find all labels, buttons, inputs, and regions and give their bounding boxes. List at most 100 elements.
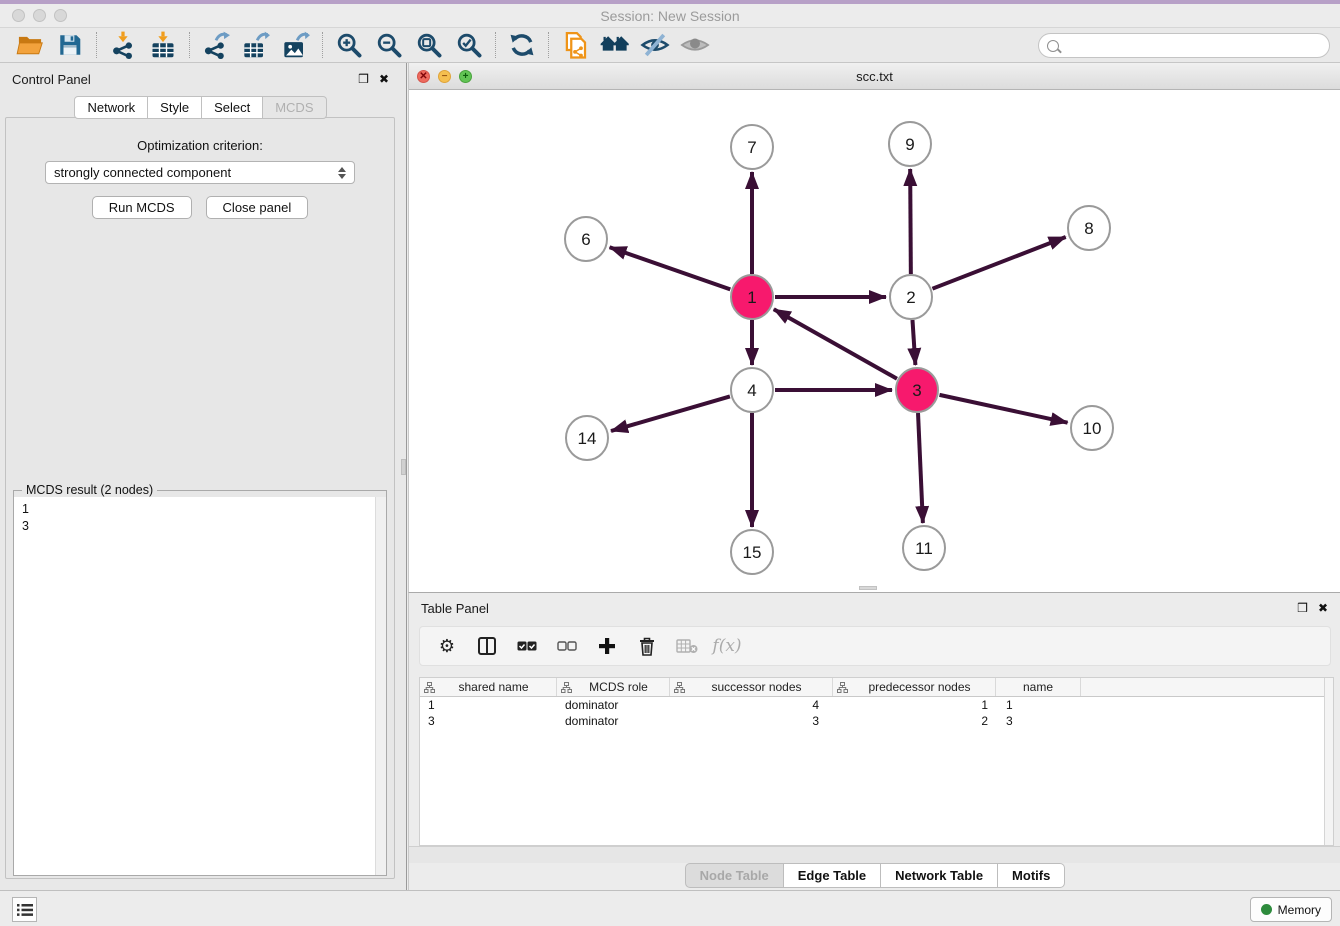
open-session-icon[interactable] (10, 29, 50, 61)
search-icon (1047, 40, 1059, 52)
node-table[interactable]: shared name MCDS role successor nodes pr… (419, 677, 1334, 846)
edge-3-11[interactable] (918, 413, 923, 523)
delete-column-trash-icon[interactable] (634, 633, 660, 659)
table-settings-gear-icon[interactable]: ⚙ (434, 633, 460, 659)
graph-node-2[interactable]: 2 (890, 275, 932, 319)
maximize-network-icon[interactable]: + (459, 70, 472, 83)
zoom-fit-icon[interactable] (409, 29, 449, 61)
save-session-icon[interactable] (50, 29, 90, 61)
tab-style[interactable]: Style (148, 96, 202, 119)
tab-edge-table[interactable]: Edge Table (784, 863, 881, 888)
tab-node-table[interactable]: Node Table (685, 863, 784, 888)
zoom-selected-icon[interactable] (449, 29, 489, 61)
edge-3-10[interactable] (939, 395, 1067, 423)
graph-node-4[interactable]: 4 (731, 368, 773, 412)
edge-1-6[interactable] (610, 247, 731, 289)
column-header-mcds-role[interactable]: MCDS role (557, 678, 670, 696)
export-image-icon[interactable] (276, 29, 316, 61)
network-canvas[interactable]: 7 9 6 8 1 2 4 3 14 10 15 11 (409, 90, 1339, 591)
svg-text:15: 15 (743, 543, 762, 562)
tab-mcds[interactable]: MCDS (263, 96, 326, 119)
memory-status-dot (1261, 904, 1272, 915)
delete-table-icon[interactable] (674, 633, 700, 659)
tab-motifs[interactable]: Motifs (998, 863, 1065, 888)
graph-node-14[interactable]: 14 (566, 416, 608, 460)
table-row[interactable]: 3 dominator 3 2 3 (420, 713, 1333, 729)
graph-node-7[interactable]: 7 (731, 125, 773, 169)
toolbar-separator (96, 32, 97, 58)
graph-node-11[interactable]: 11 (903, 526, 945, 570)
close-panel-button[interactable]: Close panel (206, 196, 309, 219)
import-table-icon[interactable] (143, 29, 183, 61)
graph-node-1[interactable]: 1 (731, 275, 773, 319)
cyndex-home-icon[interactable] (595, 29, 635, 61)
network-graph[interactable]: 7 9 6 8 1 2 4 3 14 10 15 11 (409, 90, 1339, 591)
edge-3-1[interactable] (774, 309, 897, 378)
show-columns-icon[interactable] (474, 633, 500, 659)
table-header-row: shared name MCDS role successor nodes pr… (420, 678, 1333, 697)
minimize-network-icon[interactable]: − (438, 70, 451, 83)
column-header-successor-nodes[interactable]: successor nodes (670, 678, 833, 696)
network-window-titlebar[interactable]: ✕ − + scc.txt (409, 63, 1340, 90)
toolbar-separator (548, 32, 549, 58)
result-scrollbar[interactable] (375, 497, 386, 875)
column-header-name[interactable]: name (996, 678, 1081, 696)
tab-select[interactable]: Select (202, 96, 263, 119)
edge-2-8[interactable] (932, 237, 1065, 289)
graph-node-15[interactable]: 15 (731, 530, 773, 574)
mcds-result-line: 3 (22, 518, 378, 535)
list-icon (17, 903, 33, 917)
show-all-eye-icon[interactable] (675, 29, 715, 61)
float-panel-icon[interactable]: ❒ (358, 72, 369, 86)
graph-node-3[interactable]: 3 (896, 368, 938, 412)
close-panel-icon[interactable]: ✖ (379, 72, 389, 86)
network-from-selection-icon[interactable] (555, 29, 595, 61)
function-builder-icon[interactable]: f(x) (714, 633, 740, 659)
graph-node-8[interactable]: 8 (1068, 206, 1110, 250)
splitter-handle[interactable] (401, 459, 406, 475)
criterion-select[interactable]: strongly connected component (45, 161, 355, 184)
vertical-splitter[interactable] (401, 63, 407, 890)
graph-node-10[interactable]: 10 (1071, 406, 1113, 450)
horizontal-splitter-handle[interactable] (859, 586, 877, 590)
edge-2-3[interactable] (912, 320, 915, 365)
apply-layout-icon[interactable] (502, 29, 542, 61)
export-network-icon[interactable] (196, 29, 236, 61)
hide-selected-eye-icon[interactable] (635, 29, 675, 61)
graph-node-6[interactable]: 6 (565, 217, 607, 261)
task-history-button[interactable] (12, 897, 37, 922)
table-scrollbar[interactable] (1324, 678, 1333, 845)
close-table-panel-icon[interactable]: ✖ (1318, 601, 1328, 615)
svg-text:11: 11 (915, 539, 933, 558)
main-toolbar (0, 28, 1340, 63)
zoom-out-icon[interactable] (369, 29, 409, 61)
status-bar: Memory (0, 890, 1340, 926)
attribute-tree-icon (837, 682, 848, 693)
mcds-tab-content: Optimization criterion: strongly connect… (5, 117, 395, 879)
table-row[interactable]: 1 dominator 4 1 1 (420, 697, 1333, 713)
select-all-icon[interactable] (514, 633, 540, 659)
search-input[interactable] (1064, 36, 1329, 56)
zoom-in-icon[interactable] (329, 29, 369, 61)
deselect-all-icon[interactable] (554, 633, 580, 659)
memory-button[interactable]: Memory (1250, 897, 1332, 922)
import-network-icon[interactable] (103, 29, 143, 61)
close-network-icon[interactable]: ✕ (417, 70, 430, 83)
table-tabs: Node Table Edge Table Network Table Moti… (409, 863, 1340, 888)
cell-predecessor-nodes: 2 (833, 713, 996, 729)
edge-2-9[interactable] (910, 169, 911, 274)
cell-shared-name: 1 (420, 697, 557, 713)
run-mcds-button[interactable]: Run MCDS (92, 196, 192, 219)
tab-network-table[interactable]: Network Table (881, 863, 998, 888)
add-column-icon[interactable] (594, 633, 620, 659)
global-search[interactable] (1038, 33, 1330, 58)
edge-4-14[interactable] (611, 396, 730, 431)
export-table-icon[interactable] (236, 29, 276, 61)
graph-node-9[interactable]: 9 (889, 122, 931, 166)
tab-network[interactable]: Network (74, 96, 148, 119)
float-table-panel-icon[interactable]: ❒ (1297, 601, 1308, 615)
column-header-shared-name[interactable]: shared name (420, 678, 557, 696)
column-header-predecessor-nodes[interactable]: predecessor nodes (833, 678, 996, 696)
mcds-result-list[interactable]: 1 3 (14, 497, 386, 875)
svg-text:14: 14 (578, 429, 597, 448)
